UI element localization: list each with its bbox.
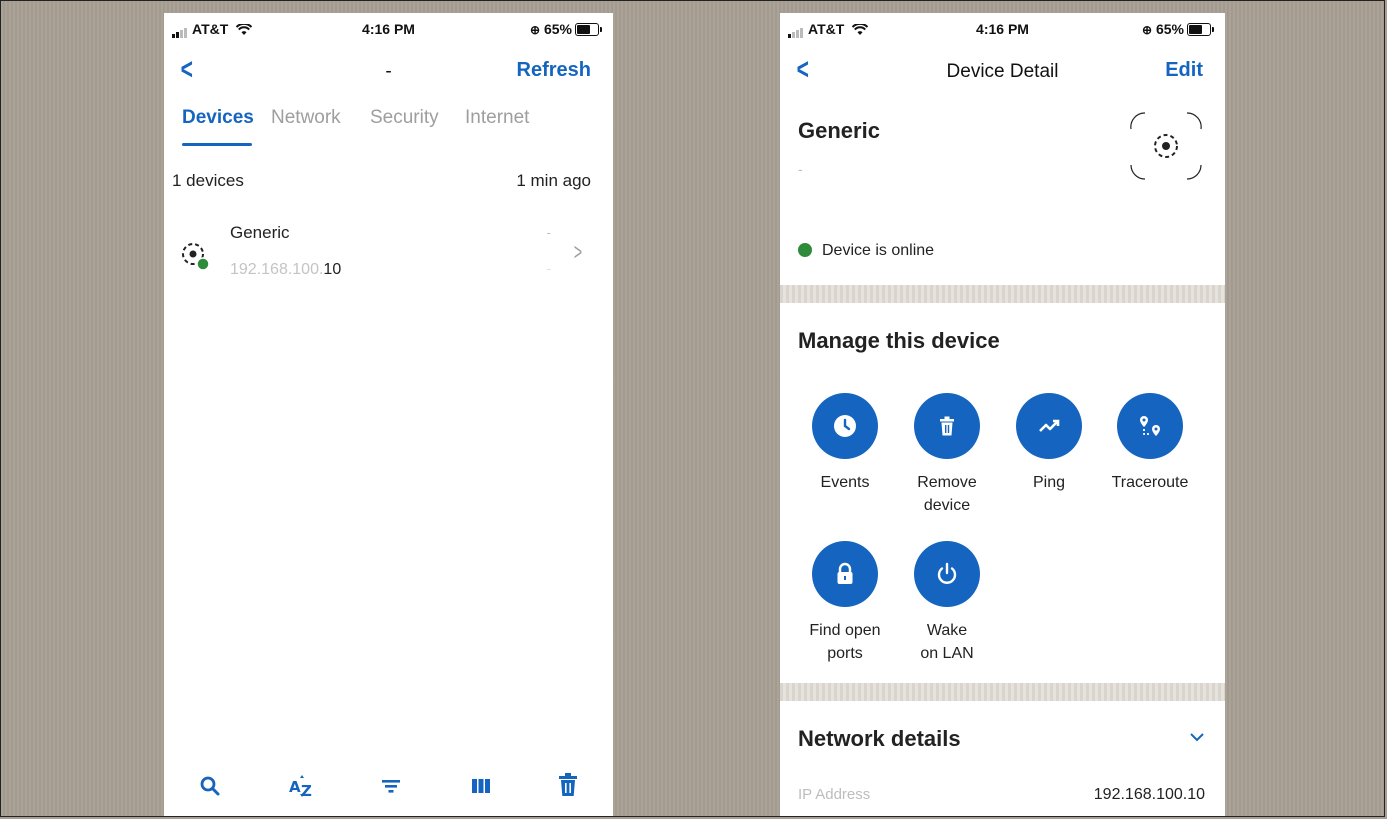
manage-title: Manage this device — [798, 328, 1000, 353]
device-list-item[interactable]: Generic 192.168.100.10 - - > — [164, 219, 613, 289]
device-ip: 192.168.100.10 — [230, 261, 342, 278]
device-list-screen: AT&T 4:16 PM ⊕ 65% < - Refresh Devices N… — [164, 13, 613, 816]
bottom-toolbar: AZ — [164, 766, 613, 806]
battery: ⊕ 65% — [1142, 21, 1214, 37]
wake-on-lan-button[interactable]: Wake on LAN — [897, 541, 997, 665]
ping-button[interactable]: Ping — [999, 393, 1099, 494]
nav-bar: < - Refresh — [164, 53, 613, 93]
ip-address-label: IP Address — [798, 786, 871, 803]
device-icon — [182, 243, 210, 271]
battery-icon — [575, 23, 602, 36]
refresh-button[interactable]: Refresh — [517, 59, 591, 82]
active-tab-indicator — [182, 143, 252, 146]
device-type-icon — [1130, 112, 1202, 180]
tab-network[interactable]: Network — [271, 107, 341, 129]
online-status: Device is online — [798, 242, 934, 260]
find-open-ports-button[interactable]: Find open ports — [795, 541, 895, 665]
tab-devices[interactable]: Devices — [182, 107, 254, 129]
device-name: Generic — [230, 223, 290, 242]
ip-address-value: 192.168.100.10 — [1093, 786, 1205, 803]
network-details-title: Network details — [798, 726, 961, 751]
tab-internet[interactable]: Internet — [465, 107, 529, 129]
section-divider — [780, 285, 1225, 303]
clock-icon — [834, 415, 856, 437]
chevron-down-icon[interactable] — [1189, 731, 1205, 743]
list-header: 1 devices 1 min ago — [172, 171, 591, 191]
power-icon — [937, 562, 957, 584]
lock-icon — [837, 562, 853, 584]
device-count: 1 devices — [172, 171, 244, 190]
search-icon[interactable] — [190, 766, 230, 806]
online-dot-icon — [798, 243, 812, 257]
trash-icon — [940, 416, 954, 436]
device-subtitle: - — [798, 161, 803, 177]
device-vendor: - — [546, 225, 551, 240]
battery-icon — [1187, 23, 1214, 36]
page-title: Device Detail — [946, 61, 1059, 82]
chevron-right-icon: > — [573, 239, 583, 266]
tab-bar: Devices Network Security Internet — [182, 107, 613, 147]
events-button[interactable]: Events — [795, 393, 895, 494]
route-icon — [1140, 416, 1160, 436]
device-name: Generic — [798, 118, 880, 143]
traceroute-button[interactable]: Traceroute — [1100, 393, 1200, 494]
device-detail-screen: AT&T 4:16 PM ⊕ 65% < Device Detail Edit … — [780, 13, 1225, 816]
sort-az-icon[interactable]: AZ — [281, 766, 321, 806]
battery: ⊕ 65% — [530, 21, 602, 37]
trend-icon — [1039, 419, 1060, 432]
svg-text:Z: Z — [301, 782, 312, 800]
svg-text:A: A — [289, 778, 301, 796]
device-mac: - — [546, 261, 551, 276]
status-bar: AT&T 4:16 PM ⊕ 65% — [164, 13, 613, 43]
nav-bar: < Device Detail Edit — [780, 53, 1225, 93]
tab-security[interactable]: Security — [370, 107, 439, 129]
remove-device-button[interactable]: Remove device — [897, 393, 997, 517]
columns-icon[interactable] — [461, 766, 501, 806]
edit-button[interactable]: Edit — [1165, 59, 1203, 82]
section-divider — [780, 683, 1225, 701]
status-bar: AT&T 4:16 PM ⊕ 65% — [780, 13, 1225, 43]
last-updated: 1 min ago — [516, 171, 591, 190]
trash-icon[interactable] — [548, 766, 588, 806]
filter-icon[interactable] — [371, 766, 411, 806]
